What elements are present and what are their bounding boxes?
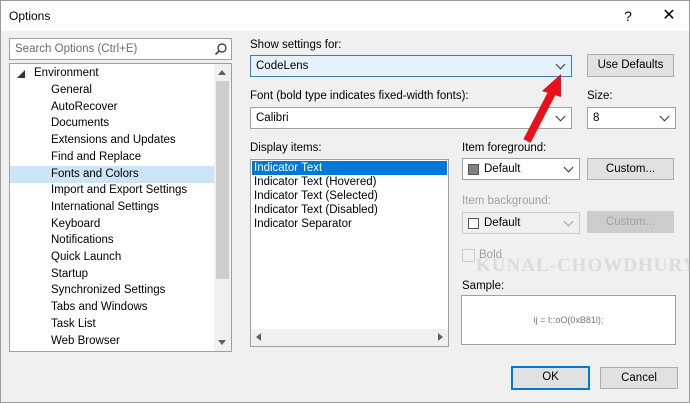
- item-background-value: Default: [484, 217, 521, 229]
- item-background-dropdown[interactable]: Default: [462, 212, 580, 234]
- scroll-thumb[interactable]: [216, 81, 229, 279]
- tree-item-label: General: [51, 84, 92, 96]
- options-dialog: Options ? ✕ Search Options (Ctrl+E) Envi…: [0, 0, 690, 403]
- tree-item[interactable]: AutoRecover: [10, 99, 215, 116]
- tree-item-label: AutoRecover: [51, 100, 118, 113]
- scroll-left-icon[interactable]: [256, 333, 261, 341]
- tree-item[interactable]: International Settings: [10, 199, 215, 216]
- show-settings-value: CodeLens: [256, 60, 309, 72]
- tree-item[interactable]: Keyboard: [10, 216, 215, 233]
- tree-item[interactable]: Extensions and Updates: [10, 132, 215, 149]
- display-item[interactable]: Indicator Text (Hovered): [252, 175, 447, 189]
- display-item[interactable]: Indicator Separator: [252, 217, 447, 231]
- help-button[interactable]: ?: [611, 1, 645, 31]
- ok-button[interactable]: OK: [511, 366, 590, 390]
- scroll-right-icon[interactable]: [438, 333, 443, 341]
- display-item[interactable]: Indicator Text: [252, 161, 447, 175]
- tree-item-label: Fonts and Colors: [51, 167, 139, 180]
- background-custom-button[interactable]: Custom...: [587, 211, 674, 233]
- watermark-text: KUNAL-CHOWDHURY: [476, 255, 690, 276]
- background-color-swatch: [468, 218, 479, 229]
- item-background-label: Item background:: [462, 195, 551, 207]
- tree-item-label: Keyboard: [51, 217, 101, 230]
- tree-item-label: Extensions and Updates: [51, 134, 176, 147]
- collapse-arrow-icon[interactable]: [17, 70, 25, 78]
- tree-scrollbar[interactable]: [214, 64, 231, 351]
- search-input[interactable]: Search Options (Ctrl+E): [9, 38, 232, 60]
- sample-label: Sample:: [462, 280, 505, 292]
- chevron-down-icon: [563, 162, 574, 173]
- display-items-list[interactable]: Indicator Text Indicator Text (Hovered) In…: [250, 159, 449, 347]
- foreground-color-swatch: [468, 164, 479, 175]
- tree-item-label: Notifications: [51, 234, 114, 247]
- search-icon[interactable]: [214, 42, 228, 56]
- font-label: Font (bold type indicates fixed-width fo…: [250, 90, 469, 102]
- item-foreground-value: Default: [484, 163, 521, 175]
- scroll-down-icon[interactable]: [218, 340, 226, 345]
- sample-preview: ij = I::oO(0xB81l);: [461, 295, 676, 345]
- tree-item[interactable]: Documents: [10, 115, 215, 132]
- tree-item-label: Tabs and Windows: [51, 301, 148, 314]
- window-title: Options: [9, 9, 51, 23]
- tree-item-environment[interactable]: Environment: [10, 65, 215, 82]
- size-dropdown[interactable]: 8: [587, 107, 676, 129]
- scroll-up-icon[interactable]: [218, 70, 226, 75]
- tree-item[interactable]: Import and Export Settings: [10, 182, 215, 199]
- list-horizontal-scrollbar[interactable]: [251, 329, 448, 346]
- tree-item[interactable]: Notifications: [10, 232, 215, 249]
- tree-item-label: Quick Launch: [51, 251, 122, 263]
- show-settings-label: Show settings for:: [250, 39, 342, 51]
- tree-item-label: Environment: [34, 67, 99, 79]
- cancel-button[interactable]: Cancel: [600, 367, 678, 389]
- sample-text: ij = I::oO(0xB81l);: [533, 315, 604, 325]
- search-placeholder: Search Options (Ctrl+E): [15, 43, 138, 55]
- tree-item[interactable]: Task List: [10, 316, 215, 333]
- close-button[interactable]: ✕: [649, 1, 689, 31]
- font-value: Calibri: [256, 112, 289, 124]
- foreground-custom-button[interactable]: Custom...: [587, 158, 674, 180]
- size-label: Size:: [587, 90, 613, 102]
- chevron-down-icon: [555, 59, 566, 70]
- title-bar: Options ? ✕: [1, 1, 689, 31]
- tree-item-label: Web Browser: [51, 334, 120, 347]
- tree-item[interactable]: Tabs and Windows: [10, 299, 215, 316]
- item-foreground-dropdown[interactable]: Default: [462, 158, 580, 180]
- use-defaults-button[interactable]: Use Defaults: [587, 54, 674, 77]
- options-tree[interactable]: Environment General AutoRecover Documents E…: [9, 63, 232, 352]
- tree-item-label: Import and Export Settings: [51, 184, 188, 197]
- tree-item-label: Synchronized Settings: [51, 284, 166, 297]
- tree-item-label: Documents: [51, 117, 110, 130]
- tree-item-label: Startup: [51, 267, 89, 280]
- tree-item-label: International Settings: [51, 200, 160, 213]
- tree-item[interactable]: Quick Launch: [10, 249, 215, 266]
- display-item[interactable]: Indicator Text (Selected): [252, 189, 447, 203]
- tree-item[interactable]: Web Browser: [10, 333, 215, 350]
- bold-checkbox[interactable]: [462, 249, 475, 262]
- tree-item[interactable]: Find and Replace: [10, 149, 215, 166]
- tree-item-label: Task List: [51, 317, 96, 330]
- annotation-arrow-icon: [523, 74, 561, 143]
- tree-item[interactable]: Startup: [10, 266, 215, 283]
- tree-item[interactable]: General: [10, 82, 215, 99]
- size-value: 8: [593, 112, 600, 124]
- chevron-down-icon: [659, 111, 670, 122]
- tree-item-label: Find and Replace: [51, 150, 142, 163]
- display-item[interactable]: Indicator Text (Disabled): [252, 203, 447, 217]
- tree-item[interactable]: Synchronized Settings: [10, 282, 215, 299]
- tree-item[interactable]: Fonts and Colors: [10, 165, 215, 183]
- chevron-down-icon: [563, 216, 574, 227]
- display-items-label: Display items:: [250, 142, 322, 154]
